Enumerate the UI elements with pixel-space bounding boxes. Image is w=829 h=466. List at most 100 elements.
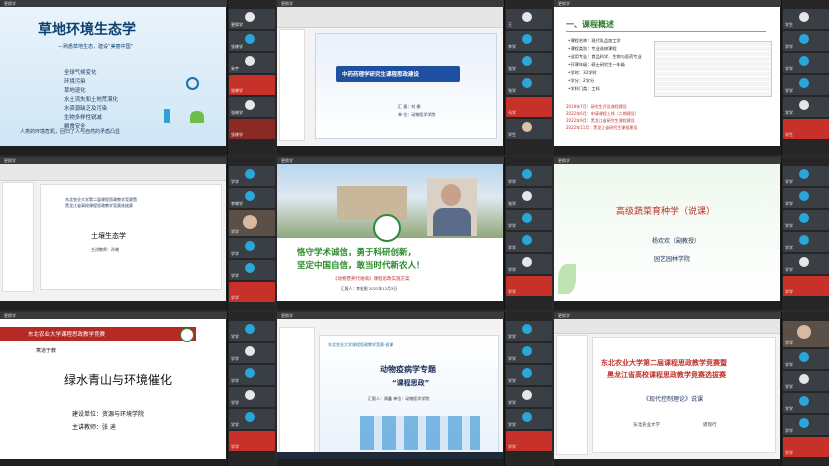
- participant-tile[interactable]: 张学: [506, 75, 552, 95]
- slide-header: 东北农业大学课程思政教学竞赛: [28, 332, 106, 338]
- participant-tile[interactable]: 学学: [506, 254, 552, 274]
- participant-tile[interactable]: 王: [506, 9, 552, 29]
- participants-sidebar[interactable]: 王 李学 张学 张学 马学 学生: [504, 0, 552, 155]
- participant-tile[interactable]: 学学: [229, 343, 275, 363]
- participants-sidebar[interactable]: 学学 学学 学学 学学 学学 学学: [504, 312, 552, 466]
- participant-tile[interactable]: 学学: [783, 415, 829, 435]
- participant-tile[interactable]: 学学: [783, 254, 829, 274]
- slide-2-editor: 中药药理学研究生课程思政建设 汇 报：刘 娜 单 位：动物医学学院: [277, 7, 503, 146]
- tile-7[interactable]: 更换学 东北农业大学课程思政教学竞赛 寓道于教 绿水青山与环境催化 建设单位：资…: [0, 312, 275, 466]
- participant-tile[interactable]: 马学: [506, 97, 552, 117]
- participant-tile[interactable]: 学学: [229, 365, 275, 385]
- presenter-video: [427, 178, 477, 236]
- participant-tile[interactable]: 学学: [506, 365, 552, 385]
- ppt-thumbnails: [279, 327, 315, 453]
- slide-9-editor: 东北农业大学第二届课程思政教学竞赛暨 黑龙江省高校课程思政教学竞赛选拔赛 《现代…: [554, 319, 780, 459]
- participant-tile[interactable]: 学学: [783, 53, 829, 73]
- participant-tile[interactable]: 学学: [229, 166, 275, 186]
- participants-sidebar[interactable]: 学学 学学 学学 学学 学学 学学: [227, 312, 275, 466]
- participant-tile[interactable]: 学学: [506, 321, 552, 341]
- participant-tile[interactable]: 学学: [229, 321, 275, 341]
- participants-sidebar[interactable]: 学学 学学 学学 学学 学学 学学: [781, 157, 829, 310]
- slide-7: 东北农业大学课程思政教学竞赛 寓道于教 绿水青山与环境催化 建设单位：资源与环境…: [0, 319, 226, 459]
- slide-title: 动物疫病学专题: [380, 365, 436, 374]
- participant-tile[interactable]: 学学: [783, 31, 829, 51]
- participant-tile[interactable]: 学学: [506, 166, 552, 186]
- participant-tile[interactable]: 学生: [783, 9, 829, 29]
- tile-1[interactable]: 更换学 草地环境生态学 —熟悉草地生态，建设“美丽中国” 全球气候变化 环境污染草…: [0, 0, 275, 155]
- participant-tile[interactable]: 学学: [783, 75, 829, 95]
- participant-tile[interactable]: 学学: [506, 409, 552, 429]
- participant-tile[interactable]: 学学: [783, 437, 829, 457]
- participant-tile[interactable]: 学学: [783, 188, 829, 208]
- slide-school: 东北农业大学: [633, 423, 660, 428]
- tile-2[interactable]: 更换学 中药药理学研究生课程思政建设 汇 报：刘 娜 单 位：动物医学学院 王 …: [277, 0, 552, 155]
- participant-tile[interactable]: 更换学: [229, 9, 275, 29]
- participant-tile[interactable]: 学学: [783, 393, 829, 413]
- participant-tile[interactable]: 学学: [229, 387, 275, 407]
- slide-title: 草地环境生态学: [38, 22, 136, 38]
- participant-tile[interactable]: 学学: [783, 349, 829, 369]
- tile-6[interactable]: 更换学 高级蔬菜育种学（说课） 杨欢欢（副教授） 园艺园林学院 学学 学学 学学…: [554, 157, 829, 310]
- participant-tile[interactable]: 学学: [783, 210, 829, 230]
- participant-tile[interactable]: 学学: [506, 431, 552, 451]
- participant-tile[interactable]: 学学: [506, 210, 552, 230]
- participant-tile[interactable]: 张晓学: [229, 119, 275, 139]
- participant-tile[interactable]: 学学: [506, 343, 552, 363]
- participant-tile[interactable]: 学学: [229, 260, 275, 280]
- slide-author: 汇 报：刘 娜: [398, 104, 421, 109]
- ppt-ribbon: [277, 7, 503, 28]
- tile-5[interactable]: 更换学 恪守学术诚信，勇于科研创新， 坚定中国自信，敢当时代新农人！ 《动物营养…: [277, 157, 552, 310]
- participant-tile[interactable]: 学学: [783, 97, 829, 117]
- participants-sidebar[interactable]: 学学 学学 学学 学学 学学 学学: [781, 312, 829, 466]
- participant-video[interactable]: 学学: [229, 210, 275, 236]
- participant-tile[interactable]: 李学: [506, 31, 552, 51]
- participant-tile[interactable]: 学学: [506, 232, 552, 252]
- participants-sidebar[interactable]: 学生 学学 学学 学学 学学 学生: [781, 0, 829, 155]
- ppt-ribbon: [0, 164, 226, 181]
- slide-school: 单 位：动物医学学院: [398, 112, 436, 117]
- participant-tile[interactable]: 张晓学: [229, 31, 275, 51]
- presenter-meta: 汇报人：李宏图 2022年12月3日: [341, 286, 398, 291]
- participant-tile[interactable]: 学学: [229, 431, 275, 451]
- ppt-ribbon: [554, 319, 780, 334]
- participant-tile[interactable]: 学生: [783, 119, 829, 139]
- tile-8[interactable]: 更换学 东北农业大学课程思政教学竞赛·说课 动物疫病学专题 “课程思政” 汇报人…: [277, 312, 552, 466]
- slide-canvas: 东北农业大学课程思政教学竞赛·说课 动物疫病学专题 “课程思政” 汇报人：周鑫 …: [319, 335, 499, 453]
- slide-title: 中药药理学研究生课程思政建设: [342, 72, 420, 78]
- participant-tile[interactable]: 李晓学: [229, 188, 275, 208]
- course-info: •课程名称：现代乳品加工学 •课程类别：专业选修课程 •适用专业：食品科学、生物与医…: [568, 38, 642, 91]
- slide-info: 汇报人：周鑫 单位：动物医学学院: [368, 396, 430, 401]
- taskbar: [277, 452, 503, 459]
- participant-tile[interactable]: 张晓学: [229, 97, 275, 117]
- tile-3[interactable]: 更换学 一、课程概述 •课程名称：现代乳品加工学 •课程类别：专业选修课程 •适用专…: [554, 0, 829, 155]
- participants-sidebar[interactable]: 更换学 张晓学 朱宇 张晓学 张晓学 张晓学: [227, 0, 275, 155]
- participant-tile[interactable]: 学生: [506, 119, 552, 139]
- participant-tile[interactable]: 张学: [506, 188, 552, 208]
- slide-foot: 人类的环境危机，回归了人与自然的矛盾凸显: [20, 129, 121, 135]
- leaf-icon: [558, 264, 576, 294]
- participants-sidebar[interactable]: 学学 张学 学学 学学 学学 学学: [504, 157, 552, 310]
- participant-video[interactable]: 学学: [783, 321, 829, 347]
- ppt-thumbnails: [279, 29, 305, 141]
- slide-teacher: 主讲教师：张 迪: [72, 424, 116, 431]
- slide-line2: 黑龙江省高校课程思政教学竞赛选拔赛: [607, 371, 726, 379]
- participant-tile[interactable]: 学学: [229, 409, 275, 429]
- participant-tile[interactable]: 学学: [229, 282, 275, 302]
- participant-tile[interactable]: 朱宇: [229, 53, 275, 73]
- participant-tile[interactable]: 学学: [783, 371, 829, 391]
- participant-tile[interactable]: 学学: [229, 238, 275, 258]
- participant-tile[interactable]: 张晓学: [229, 75, 275, 95]
- participant-tile[interactable]: 学学: [506, 276, 552, 296]
- participants-sidebar[interactable]: 学学 李晓学 学学 学学 学学 学学: [227, 157, 275, 310]
- participant-tile[interactable]: 学学: [506, 387, 552, 407]
- tile-9[interactable]: 更换学 东北农业大学第二届课程思政教学竞赛暨 黑龙江省高校课程思政教学竞赛选拔赛…: [554, 312, 829, 466]
- participant-tile[interactable]: 学学: [783, 166, 829, 186]
- participant-tile[interactable]: 张学: [506, 53, 552, 73]
- slide-school: 园艺园林学院: [654, 256, 691, 263]
- participant-tile[interactable]: 学学: [783, 232, 829, 252]
- tile-4[interactable]: 更换学 东北农业大学第二届课程思政教学竞赛暨 黑龙江省高校课程思政教学竞赛选拔赛…: [0, 157, 275, 310]
- participant-tile[interactable]: 学学: [783, 276, 829, 296]
- slide-5: 恪守学术诚信，勇于科研创新， 坚定中国自信，敢当时代新农人！ 《动物营养代谢病》…: [277, 164, 503, 301]
- slide-6: 高级蔬菜育种学（说课） 杨欢欢（副教授） 园艺园林学院: [554, 164, 780, 301]
